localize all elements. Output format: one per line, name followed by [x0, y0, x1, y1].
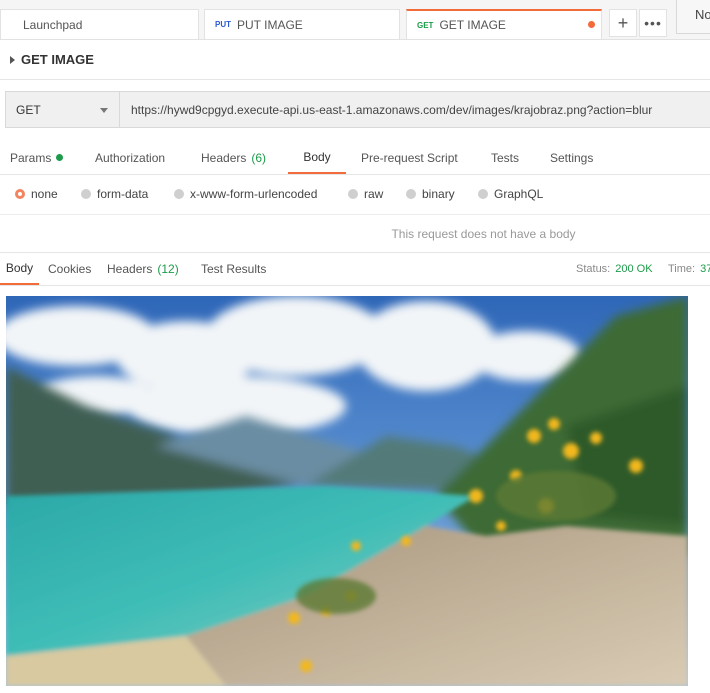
- response-tab-body-label: Body: [5, 261, 34, 275]
- radio-unselected-icon: [174, 189, 184, 199]
- response-tabs: Body Cookies Headers (12) Test Results S…: [0, 253, 710, 286]
- response-tab-headers[interactable]: Headers (12): [107, 253, 179, 285]
- response-status: Status: 200 OK: [576, 253, 653, 285]
- response-tab-test-results-label: Test Results: [201, 262, 267, 276]
- environment-label: No: [695, 7, 710, 22]
- no-body-message: This request does not have a body: [0, 215, 710, 253]
- blurred-landscape-image: [6, 296, 688, 686]
- radio-none[interactable]: none: [15, 187, 58, 201]
- tab-authorization[interactable]: Authorization: [95, 141, 165, 174]
- response-time: Time: 37: [668, 253, 710, 285]
- expand-caret-icon[interactable]: [10, 55, 15, 64]
- radio-unselected-icon: [406, 189, 416, 199]
- request-tab-bar: Launchpad PUT PUT IMAGE GET GET IMAGE + …: [0, 0, 710, 40]
- tab-tests-label: Tests: [491, 150, 520, 165]
- tab-launchpad-label: Launchpad: [23, 17, 83, 32]
- tab-pre-request-label: Pre-request Script: [361, 150, 458, 165]
- http-method-select[interactable]: GET: [5, 91, 120, 128]
- time-value: 37: [700, 263, 710, 275]
- response-tab-test-results[interactable]: Test Results: [201, 253, 266, 285]
- radio-binary-label: binary: [422, 187, 455, 201]
- tab-settings[interactable]: Settings: [550, 141, 593, 174]
- tab-settings-label: Settings: [550, 150, 594, 165]
- url-bar: GET https://hywd9cpgyd.execute-api.us-ea…: [0, 79, 710, 141]
- radio-unselected-icon: [478, 189, 488, 199]
- radio-raw-label: raw: [364, 187, 384, 201]
- tab-get-image[interactable]: GET GET IMAGE: [406, 9, 602, 39]
- params-active-dot-icon: [56, 154, 64, 161]
- response-headers-count: (12): [157, 262, 179, 276]
- radio-x-www-form-urlencoded[interactable]: x-www-form-urlencoded: [174, 187, 317, 201]
- tab-put-image-label: PUT IMAGE: [237, 17, 303, 32]
- radio-binary[interactable]: binary: [406, 187, 455, 201]
- url-value: https://hywd9cpgyd.execute-api.us-east-1…: [131, 102, 653, 117]
- time-label: Time:: [668, 263, 696, 275]
- radio-graphql[interactable]: GraphQL: [478, 187, 543, 201]
- response-tab-cookies-label: Cookies: [48, 262, 92, 276]
- radio-raw[interactable]: raw: [348, 187, 383, 201]
- tab-put-image[interactable]: PUT PUT IMAGE: [204, 9, 400, 39]
- status-value: 200 OK: [615, 263, 653, 275]
- tab-launchpad[interactable]: Launchpad: [0, 9, 199, 39]
- request-header: GET IMAGE: [0, 40, 710, 80]
- url-input[interactable]: https://hywd9cpgyd.execute-api.us-east-1…: [120, 91, 710, 128]
- tab-headers[interactable]: Headers (6): [201, 141, 266, 174]
- chevron-down-icon: [100, 108, 108, 113]
- tab-put-method: PUT: [215, 20, 231, 29]
- request-config-tabs: Params Authorization Headers (6) Body Pr…: [0, 141, 710, 175]
- response-image-preview: [6, 296, 688, 686]
- tab-pre-request-script[interactable]: Pre-request Script: [361, 141, 458, 174]
- tab-headers-count: (6): [251, 150, 267, 165]
- more-tabs-ellipsis-icon[interactable]: •••: [639, 9, 667, 37]
- tab-get-method: GET: [417, 20, 434, 30]
- response-tab-headers-label: Headers: [107, 262, 153, 276]
- response-tab-cookies[interactable]: Cookies: [48, 253, 91, 285]
- request-title[interactable]: GET IMAGE: [21, 52, 94, 67]
- radio-urlencoded-label: x-www-form-urlencoded: [190, 187, 318, 201]
- new-tab-plus-icon[interactable]: +: [609, 9, 637, 37]
- status-label: Status:: [576, 263, 611, 275]
- response-tab-body[interactable]: Body: [0, 253, 39, 285]
- radio-selected-icon: [15, 189, 25, 199]
- radio-unselected-icon: [348, 189, 358, 199]
- http-method-value: GET: [16, 102, 41, 117]
- unsaved-changes-dot-icon: [588, 21, 595, 28]
- radio-none-label: none: [31, 187, 58, 201]
- tab-body-label: Body: [303, 149, 331, 164]
- radio-graphql-label: GraphQL: [494, 187, 544, 201]
- tab-body[interactable]: Body: [288, 141, 346, 174]
- tab-authorization-label: Authorization: [95, 150, 166, 165]
- tab-headers-label: Headers: [201, 150, 247, 165]
- radio-unselected-icon: [81, 189, 91, 199]
- environment-selector[interactable]: No: [676, 0, 710, 34]
- tab-get-image-label: GET IMAGE: [439, 18, 506, 32]
- radio-form-data-label: form-data: [97, 187, 149, 201]
- body-type-options: none form-data x-www-form-urlencoded raw…: [0, 175, 710, 215]
- tab-tests[interactable]: Tests: [491, 141, 519, 174]
- radio-form-data[interactable]: form-data: [81, 187, 148, 201]
- tab-params[interactable]: Params: [10, 141, 64, 174]
- tab-params-label: Params: [10, 150, 52, 165]
